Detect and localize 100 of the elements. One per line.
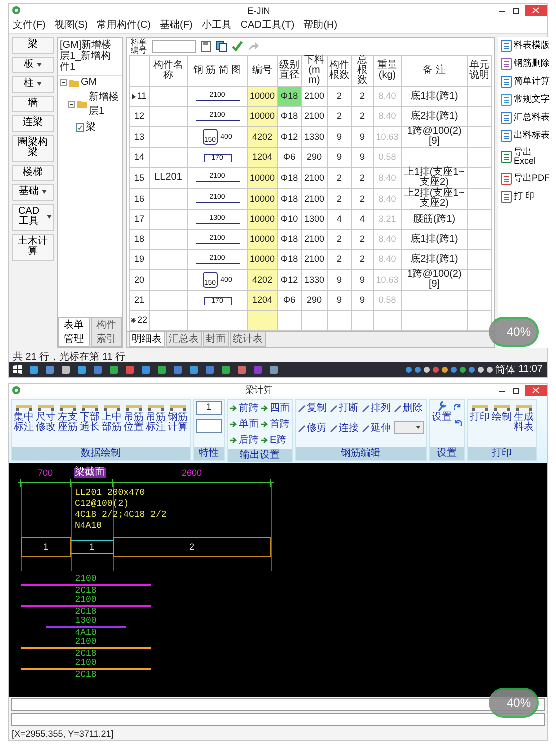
- menu-item[interactable]: 视图(S): [54, 18, 88, 32]
- ribbon-button[interactable]: 四面: [261, 401, 290, 416]
- close-icon[interactable]: [525, 5, 547, 16]
- ribbon-button[interactable]: 钢筋计算: [168, 401, 188, 433]
- ribbon-button[interactable]: 前跨: [230, 401, 259, 416]
- ribbon-button[interactable]: 绘制: [492, 401, 512, 423]
- tool-icon: [298, 425, 306, 433]
- table-cell: 上2排(支座1~支座2): [402, 188, 468, 210]
- ribbon-button[interactable]: 排列: [362, 401, 391, 417]
- side-button[interactable]: 楼梯: [12, 164, 54, 181]
- ribbon-button[interactable]: 吊筋位置: [124, 401, 144, 433]
- side-button[interactable]: 基础: [12, 184, 54, 200]
- menu-item[interactable]: CAD工具(T): [240, 18, 295, 32]
- ribbon-button[interactable]: 尺寸修改: [36, 401, 56, 433]
- span-box: 1: [21, 537, 71, 557]
- table-cell: 2100: [302, 106, 328, 126]
- menu-item[interactable]: 基础(F): [160, 18, 193, 32]
- action-button[interactable]: 钢筋删除: [500, 57, 554, 71]
- ribbon-button[interactable]: 集中标注: [14, 401, 34, 433]
- restore-icon[interactable]: [511, 386, 521, 396]
- input-field[interactable]: 1: [196, 401, 222, 415]
- ribbon-button[interactable]: 打印: [470, 401, 490, 423]
- tree-item[interactable]: 梁: [86, 120, 96, 134]
- ribbon-button[interactable]: 后跨: [230, 433, 259, 448]
- input-field[interactable]: [152, 40, 196, 53]
- save-icon[interactable]: [201, 41, 211, 52]
- check-icon[interactable]: [232, 41, 243, 52]
- tab[interactable]: 构件索引: [90, 318, 122, 347]
- action-button[interactable]: 导出Excel: [500, 147, 554, 168]
- dropdown-field[interactable]: [394, 421, 424, 434]
- copy-icon[interactable]: [216, 41, 227, 52]
- tab[interactable]: 统计表: [230, 332, 266, 347]
- undo-icon[interactable]: [454, 419, 462, 427]
- ribbon-button[interactable]: 左支座筋: [58, 401, 78, 433]
- side-button[interactable]: 土木计算: [12, 234, 54, 260]
- tab[interactable]: 封面: [203, 332, 229, 347]
- side-button[interactable]: 柱: [12, 76, 54, 92]
- percent-text: 40%: [506, 325, 531, 339]
- rebar-line: [196, 118, 240, 122]
- ribbon-button[interactable]: 设置: [432, 401, 452, 423]
- language-indicator[interactable]: 简体: [496, 362, 516, 376]
- windows-icon[interactable]: [13, 365, 22, 374]
- collapse-icon[interactable]: [60, 79, 67, 86]
- menu-item[interactable]: 帮助(H): [304, 18, 338, 32]
- table-cell: 2: [352, 230, 374, 250]
- rebar-label: 2C18: [75, 608, 97, 617]
- tree-item[interactable]: GM: [81, 77, 98, 88]
- ribbon-button[interactable]: 修剪: [298, 421, 327, 437]
- ribbon-button[interactable]: 单面: [230, 417, 259, 432]
- document-icon: [501, 190, 512, 203]
- table-cell: 0.58: [374, 148, 402, 168]
- ribbon-button[interactable]: 上中部筋: [102, 401, 122, 433]
- table-cell: 2: [352, 188, 374, 210]
- side-button[interactable]: 墙: [12, 96, 54, 112]
- tree-item[interactable]: 新增楼层1: [89, 90, 120, 118]
- action-button[interactable]: 出料标表: [500, 129, 554, 143]
- column-header: 备 注: [402, 56, 468, 86]
- document-icon: [501, 40, 512, 52]
- action-button[interactable]: 料表模版: [500, 39, 554, 53]
- ribbon-button[interactable]: 连接: [330, 421, 359, 437]
- tool-icon: [330, 405, 338, 413]
- menu-item[interactable]: 小工具: [202, 18, 232, 32]
- table-cell: 10000: [248, 230, 278, 250]
- menu-item[interactable]: 文件(F): [13, 18, 46, 32]
- tab[interactable]: 汇总表: [166, 332, 202, 347]
- rebar-label: 2C18: [75, 671, 97, 680]
- collapse-icon[interactable]: [68, 100, 75, 108]
- ribbon-button[interactable]: 延伸: [362, 421, 391, 437]
- tab[interactable]: 明细表: [129, 332, 165, 347]
- restore-icon[interactable]: [511, 6, 521, 16]
- input-field[interactable]: [196, 419, 222, 433]
- action-button[interactable]: 常规文字: [500, 93, 554, 107]
- action-button[interactable]: 打 印: [500, 190, 554, 204]
- side-button[interactable]: 梁: [12, 37, 54, 54]
- ribbon-button[interactable]: 首跨: [261, 417, 290, 432]
- ribbon-button[interactable]: 复制: [298, 401, 327, 417]
- group-title: 特性: [194, 447, 224, 460]
- ribbon-button[interactable]: E跨: [261, 433, 290, 448]
- action-button[interactable]: 导出PDF: [500, 172, 554, 186]
- tool-icon: [362, 405, 370, 413]
- table-cell: 4202: [248, 270, 278, 290]
- side-button[interactable]: CAD工具: [12, 204, 54, 230]
- tab[interactable]: 表单管理: [58, 318, 90, 347]
- side-button[interactable]: 连梁: [12, 115, 54, 132]
- table-cell: 2: [352, 86, 374, 106]
- redo-icon[interactable]: [454, 403, 462, 411]
- action-button[interactable]: 简单计算: [500, 75, 554, 89]
- ribbon-button[interactable]: 删除: [394, 401, 424, 417]
- ribbon-button[interactable]: 吊筋标注: [146, 401, 166, 433]
- row-number: 14: [134, 153, 144, 162]
- dimension-label: 1300: [75, 617, 97, 626]
- ribbon-button[interactable]: 下部通长: [80, 401, 100, 433]
- menu-item[interactable]: 常用构件(C): [97, 18, 152, 32]
- close-icon[interactable]: [525, 385, 547, 396]
- side-button[interactable]: 圈梁构梁: [12, 134, 54, 162]
- side-button[interactable]: 板: [12, 56, 54, 73]
- ribbon-button[interactable]: 打断: [330, 401, 359, 417]
- table-cell: 2100: [302, 188, 328, 210]
- ribbon-button[interactable]: 生成料表: [514, 401, 534, 433]
- action-button[interactable]: 汇总料表: [500, 111, 554, 125]
